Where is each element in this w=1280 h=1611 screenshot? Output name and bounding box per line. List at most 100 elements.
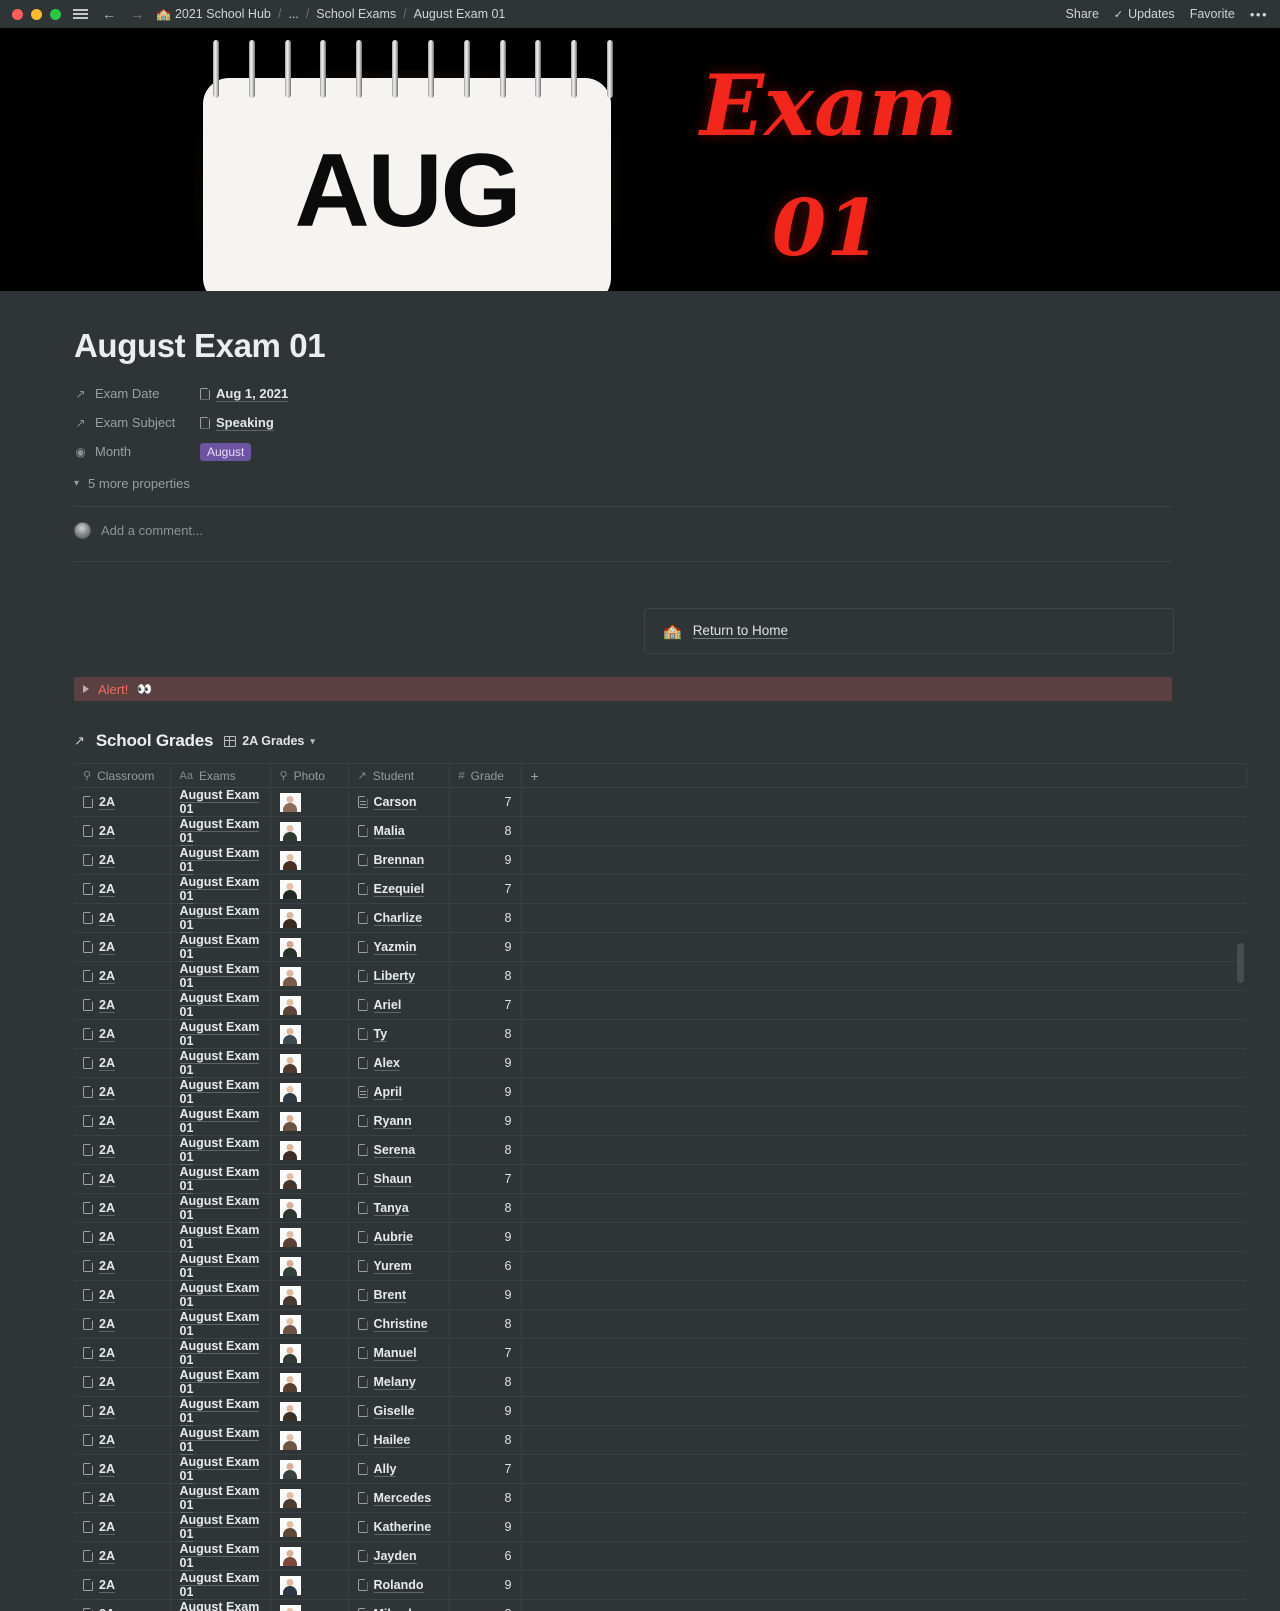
cell-student[interactable]: Brennan xyxy=(348,845,450,875)
cell-student[interactable]: Aubrie xyxy=(348,1222,450,1252)
cell-grade[interactable]: 8 xyxy=(449,1309,522,1339)
cell-exam[interactable]: August Exam 01 xyxy=(170,845,271,875)
cell-classroom[interactable]: 2A xyxy=(74,1570,171,1600)
cell-exam[interactable]: August Exam 01 xyxy=(170,874,271,904)
favorite-button[interactable]: Favorite xyxy=(1190,7,1235,21)
cell-classroom[interactable]: 2A xyxy=(74,1425,171,1455)
cell-student[interactable]: Hailee xyxy=(348,1425,450,1455)
cell-exam[interactable]: August Exam 01 xyxy=(170,1222,271,1252)
cell-grade[interactable]: 7 xyxy=(449,1454,522,1484)
table-row[interactable]: 2A August Exam 01 Hailee 8 xyxy=(74,1425,1246,1455)
table-vertical-scrollbar[interactable] xyxy=(1237,943,1244,983)
table-row[interactable]: 2A August Exam 01 Jayden 6 xyxy=(74,1541,1246,1571)
cell-grade[interactable]: 8 xyxy=(449,903,522,933)
cell-student[interactable]: Jayden xyxy=(348,1541,450,1571)
table-row[interactable]: 2A August Exam 01 Ariel 7 xyxy=(74,990,1246,1020)
table-row[interactable]: 2A August Exam 01 Katherine 9 xyxy=(74,1512,1246,1542)
cell-student[interactable]: Rolando xyxy=(348,1570,450,1600)
close-window-button[interactable] xyxy=(12,8,23,20)
cell-student[interactable]: Katherine xyxy=(348,1512,450,1542)
column-header-student[interactable]: ↗ Student xyxy=(348,763,450,788)
cell-grade[interactable]: 9 xyxy=(449,1222,522,1252)
table-row[interactable]: 2A August Exam 01 Ezequiel 7 xyxy=(74,874,1246,904)
cell-grade[interactable]: 9 xyxy=(449,1512,522,1542)
cell-classroom[interactable]: 2A xyxy=(74,1251,171,1281)
table-row[interactable]: 2A August Exam 01 Serena 8 xyxy=(74,1135,1246,1165)
updates-button[interactable]: ✓ Updates xyxy=(1114,7,1175,21)
cell-student[interactable]: Carson xyxy=(348,787,450,817)
cell-classroom[interactable]: 2A xyxy=(74,1338,171,1368)
cell-student[interactable]: Yurem xyxy=(348,1251,450,1281)
cell-photo[interactable] xyxy=(270,1396,349,1426)
cell-classroom[interactable]: 2A xyxy=(74,1019,171,1049)
cell-exam[interactable]: August Exam 01 xyxy=(170,787,271,817)
property-row-exam-date[interactable]: ↗ Exam Date Aug 1, 2021 xyxy=(74,379,1174,408)
table-row[interactable]: 2A August Exam 01 Mikaela 8 xyxy=(74,1599,1246,1611)
cell-grade[interactable]: 8 xyxy=(449,1135,522,1165)
cell-photo[interactable] xyxy=(270,1280,349,1310)
page-title[interactable]: August Exam 01 xyxy=(74,291,1174,365)
cell-photo[interactable] xyxy=(270,990,349,1020)
cell-grade[interactable]: 9 xyxy=(449,845,522,875)
cell-exam[interactable]: August Exam 01 xyxy=(170,1019,271,1049)
column-header-add[interactable]: + xyxy=(521,763,1247,788)
table-row[interactable]: 2A August Exam 01 Tanya 8 xyxy=(74,1193,1246,1223)
cell-photo[interactable] xyxy=(270,1135,349,1165)
cell-exam[interactable]: August Exam 01 xyxy=(170,932,271,962)
cell-exam[interactable]: August Exam 01 xyxy=(170,1048,271,1078)
cell-grade[interactable]: 7 xyxy=(449,787,522,817)
cell-classroom[interactable]: 2A xyxy=(74,1077,171,1107)
cell-student[interactable]: April xyxy=(348,1077,450,1107)
cell-photo[interactable] xyxy=(270,1454,349,1484)
cell-student[interactable]: Melany xyxy=(348,1367,450,1397)
table-row[interactable]: 2A August Exam 01 Yurem 6 xyxy=(74,1251,1246,1281)
cell-student[interactable]: Mikaela xyxy=(348,1599,450,1611)
cell-exam[interactable]: August Exam 01 xyxy=(170,990,271,1020)
table-row[interactable]: 2A August Exam 01 Ally 7 xyxy=(74,1454,1246,1484)
cell-grade[interactable]: 9 xyxy=(449,1280,522,1310)
share-button[interactable]: Share xyxy=(1066,7,1099,21)
cell-classroom[interactable]: 2A xyxy=(74,1193,171,1223)
cell-exam[interactable]: August Exam 01 xyxy=(170,1396,271,1426)
column-header-exams[interactable]: Aa Exams xyxy=(170,763,271,788)
property-value-exam-date[interactable]: Aug 1, 2021 xyxy=(200,386,289,402)
table-row[interactable]: 2A August Exam 01 Ryann 9 xyxy=(74,1106,1246,1136)
cell-grade[interactable]: 8 xyxy=(449,816,522,846)
cell-exam[interactable]: August Exam 01 xyxy=(170,1483,271,1513)
cell-exam[interactable]: August Exam 01 xyxy=(170,1309,271,1339)
minimize-window-button[interactable] xyxy=(31,8,42,20)
table-row[interactable]: 2A August Exam 01 Shaun 7 xyxy=(74,1164,1246,1194)
cell-photo[interactable] xyxy=(270,1367,349,1397)
table-row[interactable]: 2A August Exam 01 Aubrie 9 xyxy=(74,1222,1246,1252)
alert-toggle-block[interactable]: Alert! 👀 xyxy=(74,677,1172,701)
cell-classroom[interactable]: 2A xyxy=(74,903,171,933)
cell-grade[interactable]: 8 xyxy=(449,1193,522,1223)
cell-student[interactable]: Shaun xyxy=(348,1164,450,1194)
cell-student[interactable]: Alex xyxy=(348,1048,450,1078)
cell-student[interactable]: Brent xyxy=(348,1280,450,1310)
table-row[interactable]: 2A August Exam 01 April 9 xyxy=(74,1077,1246,1107)
return-home-link[interactable]: Return to Home xyxy=(692,623,788,639)
cell-classroom[interactable]: 2A xyxy=(74,1541,171,1571)
cell-grade[interactable]: 8 xyxy=(449,1599,522,1611)
cell-grade[interactable]: 7 xyxy=(449,990,522,1020)
cell-classroom[interactable]: 2A xyxy=(74,874,171,904)
column-header-grade[interactable]: # Grade xyxy=(449,763,522,788)
cell-exam[interactable]: August Exam 01 xyxy=(170,1077,271,1107)
column-header-classroom[interactable]: ⚲ Classroom xyxy=(74,763,171,788)
cell-student[interactable]: Ezequiel xyxy=(348,874,450,904)
cell-classroom[interactable]: 2A xyxy=(74,1309,171,1339)
add-comment-row[interactable]: Add a comment... xyxy=(74,507,1174,553)
property-row-exam-subject[interactable]: ↗ Exam Subject Speaking xyxy=(74,408,1174,437)
property-value-month[interactable]: August xyxy=(200,442,252,461)
table-row[interactable]: 2A August Exam 01 Charlize 8 xyxy=(74,903,1246,933)
cell-grade[interactable]: 8 xyxy=(449,1483,522,1513)
cell-exam[interactable]: August Exam 01 xyxy=(170,1106,271,1136)
cell-classroom[interactable]: 2A xyxy=(74,1367,171,1397)
cell-classroom[interactable]: 2A xyxy=(74,1222,171,1252)
cell-photo[interactable] xyxy=(270,1512,349,1542)
cell-classroom[interactable]: 2A xyxy=(74,787,171,817)
cell-classroom[interactable]: 2A xyxy=(74,961,171,991)
breadcrumb-item-ellipsis[interactable]: ... xyxy=(288,7,298,21)
cell-classroom[interactable]: 2A xyxy=(74,816,171,846)
